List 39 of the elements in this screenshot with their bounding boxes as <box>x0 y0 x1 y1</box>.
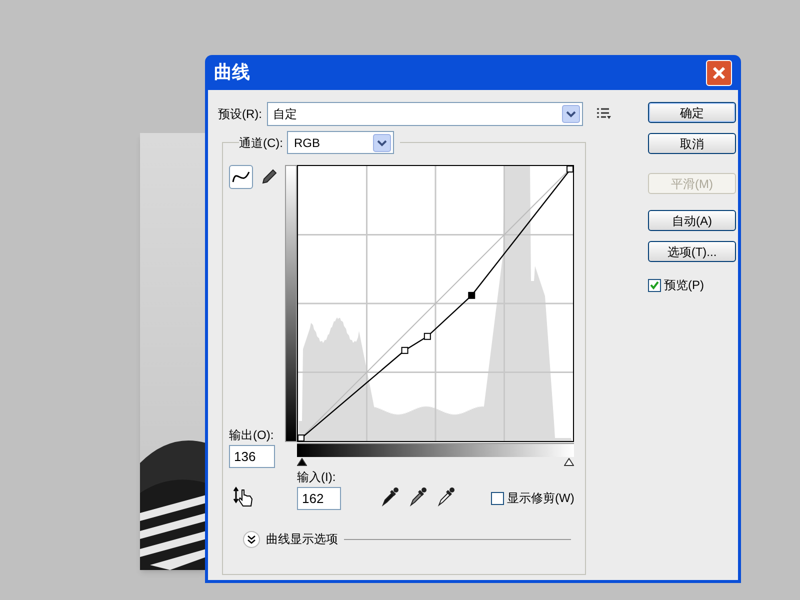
close-button[interactable] <box>706 60 732 86</box>
input-field[interactable]: 162 <box>297 487 341 510</box>
window-title: 曲线 <box>214 61 250 84</box>
slider-handle[interactable] <box>297 458 307 466</box>
dialog-button[interactable]: 选项(T)... <box>648 241 736 262</box>
hand-adjust-icon[interactable] <box>233 486 255 508</box>
eyedropper-icon[interactable] <box>409 487 427 507</box>
preview-label: 预览(P) <box>664 277 704 294</box>
control-point[interactable] <box>424 332 431 340</box>
curve-graph[interactable] <box>297 165 574 442</box>
input-slider-track[interactable] <box>297 443 574 466</box>
curve-display-options-label: 曲线显示选项 <box>266 531 338 548</box>
show-clipping-label: 显示修剪(W) <box>507 490 574 507</box>
control-point[interactable] <box>468 292 476 299</box>
dialog-button[interactable]: 自动(A) <box>648 210 736 231</box>
eyedropper-icon[interactable] <box>437 487 455 507</box>
output-label: 输出(O): <box>229 427 275 444</box>
preset-label: 预设(R): <box>218 106 262 123</box>
slider-handle[interactable] <box>564 458 574 466</box>
dialog-button[interactable]: 取消 <box>648 133 736 154</box>
curve-tool-button[interactable] <box>229 165 253 189</box>
control-point[interactable] <box>566 166 574 172</box>
output-field[interactable]: 136 <box>229 445 275 468</box>
input-label: 输入(I): <box>297 469 337 486</box>
control-point[interactable] <box>401 346 408 354</box>
curve-icon <box>232 170 250 184</box>
control-point[interactable] <box>298 434 304 442</box>
menu-icon[interactable] <box>596 108 612 120</box>
expand-button[interactable] <box>243 530 260 548</box>
preset-dropdown[interactable]: 自定 <box>267 102 583 126</box>
show-clipping-checkbox[interactable] <box>491 492 504 504</box>
channel-label: 通道(C): <box>239 134 283 152</box>
preview-checkbox[interactable] <box>648 278 661 292</box>
double-chevron-icon <box>247 534 256 544</box>
channel-dropdown[interactable]: RGB <box>287 131 394 154</box>
pencil-icon <box>261 169 277 185</box>
eyedropper-icon[interactable] <box>381 487 399 507</box>
close-icon <box>712 66 726 80</box>
dialog-button[interactable]: 确定 <box>648 102 736 123</box>
